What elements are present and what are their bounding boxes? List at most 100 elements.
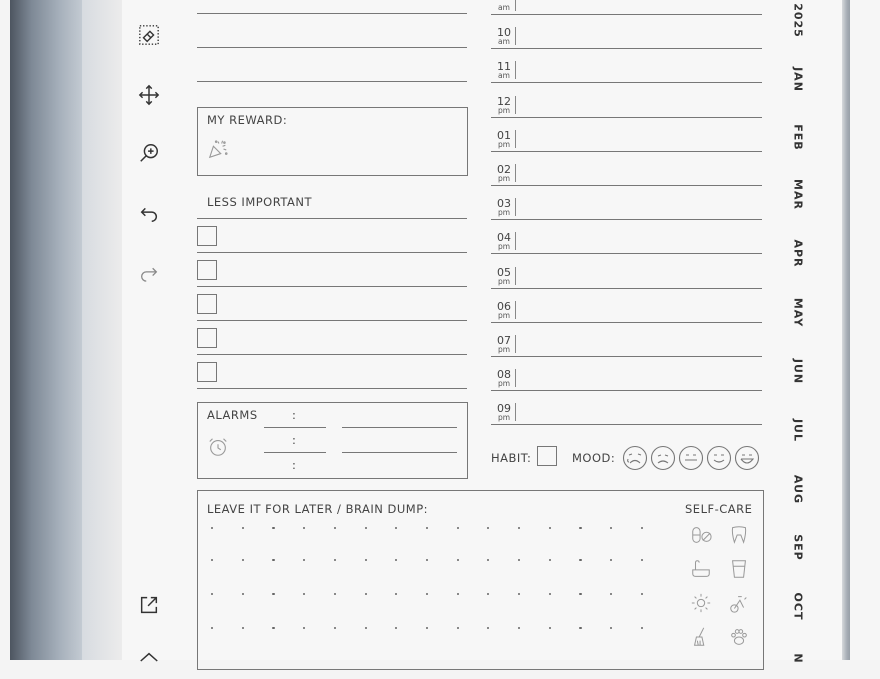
my-reward-label: MY REWARD: <box>207 113 288 127</box>
alarm-note-line[interactable] <box>342 427 457 428</box>
task-line[interactable] <box>197 13 467 14</box>
grid-dot <box>364 627 367 630</box>
zoom-icon[interactable] <box>136 140 162 166</box>
move-icon[interactable] <box>136 82 162 108</box>
hour-slot-line[interactable] <box>491 390 762 392</box>
task-line[interactable] <box>197 320 467 321</box>
water-glass-icon[interactable] <box>728 558 750 584</box>
task-checkbox[interactable] <box>197 294 217 314</box>
device-left-bezel <box>10 0 82 660</box>
alarms-label: ALARMS <box>207 408 258 422</box>
task-checkbox[interactable] <box>197 226 217 246</box>
hour-divider <box>515 0 516 11</box>
grid-dot <box>456 527 459 530</box>
hour-divider <box>515 129 516 148</box>
hour-slot-line[interactable] <box>491 219 762 221</box>
alarm-note-line[interactable] <box>342 452 457 453</box>
hour-divider <box>515 403 516 422</box>
month-tab-may[interactable]: MAY <box>792 293 805 333</box>
alarm-time-line[interactable] <box>264 452 326 453</box>
hour-divider <box>515 27 516 46</box>
grid-dot <box>272 559 275 562</box>
grid-dot <box>364 527 367 530</box>
grid-dot <box>579 627 582 630</box>
hour-ampm: am <box>498 37 510 47</box>
task-line[interactable] <box>197 388 467 389</box>
share-icon[interactable] <box>136 592 162 618</box>
task-checkbox[interactable] <box>197 328 217 348</box>
alarm-colon: : <box>292 408 297 422</box>
confetti-icon <box>207 138 229 160</box>
hour-ampm: am <box>498 3 510 12</box>
hour-divider <box>515 300 516 319</box>
month-tab-n[interactable]: N <box>792 639 805 679</box>
month-tab-apr[interactable]: APR <box>792 234 805 274</box>
grid-dot <box>272 527 275 530</box>
hour-divider <box>515 164 516 182</box>
hour-number: 05 <box>497 265 511 279</box>
month-tab-oct[interactable]: OCT <box>792 587 805 627</box>
month-tab-aug[interactable]: AUG <box>792 470 805 510</box>
hour-ampm: pm <box>498 208 511 218</box>
tooth-icon[interactable] <box>728 524 750 550</box>
month-tab-jul[interactable]: JUL <box>792 411 805 451</box>
mood-label: MOOD: <box>572 451 616 465</box>
hour-slot-line[interactable] <box>491 321 762 323</box>
task-line[interactable] <box>197 81 467 82</box>
hour-slot-line[interactable] <box>491 116 762 118</box>
hour-slot-line[interactable] <box>491 253 762 255</box>
task-checkbox[interactable] <box>197 260 217 280</box>
task-line[interactable] <box>197 354 467 355</box>
habit-checkbox[interactable] <box>537 446 557 466</box>
grid-dot <box>579 559 582 562</box>
month-tab-jan[interactable]: JAN <box>792 60 805 100</box>
month-tab-sep[interactable]: SEP <box>792 528 805 568</box>
grid-dot <box>456 593 459 596</box>
hour-ampm: am <box>498 71 510 81</box>
undo-icon[interactable] <box>136 200 162 226</box>
month-tab-feb[interactable]: FEB <box>792 118 805 158</box>
eraser-icon[interactable] <box>136 22 162 48</box>
pills-icon[interactable] <box>690 524 712 550</box>
grid-dot <box>456 559 459 562</box>
exercise-bike-icon[interactable] <box>728 592 750 618</box>
grid-dot <box>579 527 582 530</box>
hour-slot-line[interactable] <box>491 14 762 15</box>
hour-slot-line[interactable] <box>491 48 762 50</box>
redo-icon[interactable] <box>136 258 162 284</box>
hour-divider <box>515 95 516 114</box>
month-tab-jun[interactable]: JUN <box>792 352 805 392</box>
hour-ampm: pm <box>498 413 511 423</box>
home-icon[interactable] <box>136 648 162 674</box>
hour-divider <box>515 61 516 80</box>
task-checkbox[interactable] <box>197 362 217 382</box>
task-line[interactable] <box>197 286 467 287</box>
hour-slot-line[interactable] <box>491 356 762 357</box>
pet-paw-icon[interactable] <box>728 626 750 652</box>
cleaning-icon[interactable] <box>690 626 712 652</box>
device-right-background <box>850 0 880 660</box>
sun-icon[interactable] <box>690 592 712 618</box>
alarm-time-line[interactable] <box>264 427 326 428</box>
bath-icon[interactable] <box>690 558 712 584</box>
hour-slot-line[interactable] <box>491 287 762 289</box>
task-line[interactable] <box>197 252 467 253</box>
year-tab[interactable]: 2025 <box>792 1 805 41</box>
task-line[interactable] <box>197 47 467 48</box>
hour-ampm: pm <box>498 139 511 149</box>
hour-ampm: pm <box>498 379 511 389</box>
hour-divider <box>515 232 516 251</box>
brain-dump-box[interactable] <box>197 490 764 670</box>
month-tab-mar[interactable]: MAR <box>792 175 805 215</box>
hour-slot-line[interactable] <box>491 185 762 186</box>
hour-number: 12 <box>497 94 511 108</box>
brain-dump-label: LEAVE IT FOR LATER / BRAIN DUMP: <box>207 502 429 516</box>
hour-slot-line[interactable] <box>491 150 762 152</box>
habit-label: HABIT: <box>491 451 532 465</box>
grid-dot <box>364 559 367 562</box>
hour-ampm: pm <box>498 310 511 320</box>
hour-slot-line[interactable] <box>491 424 762 426</box>
hour-slot-line[interactable] <box>491 82 762 84</box>
hour-divider <box>515 198 516 217</box>
grid-dot <box>364 593 367 596</box>
